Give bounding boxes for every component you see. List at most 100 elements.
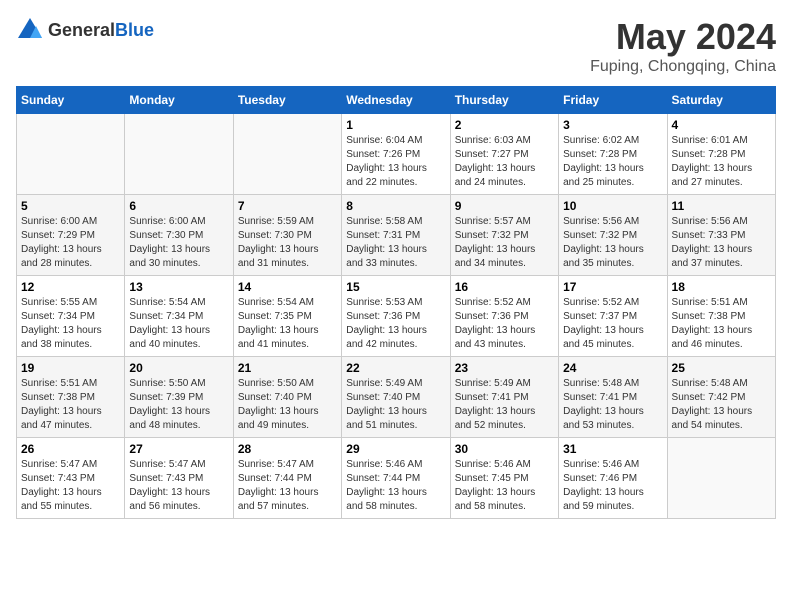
day-number: 6	[129, 199, 228, 213]
day-info: Sunrise: 5:54 AM Sunset: 7:35 PM Dayligh…	[238, 296, 337, 352]
day-of-week-header: Wednesday	[342, 87, 450, 114]
calendar-cell: 18 Sunrise: 5:51 AM Sunset: 7:38 PM Dayli…	[667, 276, 775, 357]
day-of-week-header: Tuesday	[233, 87, 341, 114]
calendar-cell: 4 Sunrise: 6:01 AM Sunset: 7:28 PM Daylig…	[667, 114, 775, 195]
day-number: 11	[672, 199, 771, 213]
calendar-cell: 8 Sunrise: 5:58 AM Sunset: 7:31 PM Daylig…	[342, 195, 450, 276]
day-info: Sunrise: 5:52 AM Sunset: 7:36 PM Dayligh…	[455, 296, 554, 352]
calendar-cell: 31 Sunrise: 5:46 AM Sunset: 7:46 PM Dayli…	[559, 438, 667, 519]
day-info: Sunrise: 5:47 AM Sunset: 7:43 PM Dayligh…	[21, 458, 120, 514]
day-number: 4	[672, 118, 771, 132]
day-number: 26	[21, 442, 120, 456]
day-number: 2	[455, 118, 554, 132]
calendar-cell	[233, 114, 341, 195]
day-info: Sunrise: 5:51 AM Sunset: 7:38 PM Dayligh…	[21, 377, 120, 433]
calendar-week-row: 19 Sunrise: 5:51 AM Sunset: 7:38 PM Dayli…	[17, 357, 776, 438]
day-number: 29	[346, 442, 445, 456]
day-number: 21	[238, 361, 337, 375]
day-info: Sunrise: 5:49 AM Sunset: 7:41 PM Dayligh…	[455, 377, 554, 433]
calendar-cell: 13 Sunrise: 5:54 AM Sunset: 7:34 PM Dayli…	[125, 276, 233, 357]
calendar-cell: 24 Sunrise: 5:48 AM Sunset: 7:41 PM Dayli…	[559, 357, 667, 438]
day-info: Sunrise: 5:48 AM Sunset: 7:41 PM Dayligh…	[563, 377, 662, 433]
day-info: Sunrise: 5:50 AM Sunset: 7:40 PM Dayligh…	[238, 377, 337, 433]
calendar-cell: 17 Sunrise: 5:52 AM Sunset: 7:37 PM Dayli…	[559, 276, 667, 357]
day-info: Sunrise: 6:00 AM Sunset: 7:30 PM Dayligh…	[129, 215, 228, 271]
calendar-header-row: SundayMondayTuesdayWednesdayThursdayFrid…	[17, 87, 776, 114]
day-info: Sunrise: 5:47 AM Sunset: 7:43 PM Dayligh…	[129, 458, 228, 514]
logo: GeneralBlue	[16, 16, 154, 44]
page-header: GeneralBlue May 2024 Fuping, Chongqing, …	[16, 16, 776, 76]
day-of-week-header: Monday	[125, 87, 233, 114]
day-info: Sunrise: 5:55 AM Sunset: 7:34 PM Dayligh…	[21, 296, 120, 352]
day-number: 16	[455, 280, 554, 294]
calendar-cell: 16 Sunrise: 5:52 AM Sunset: 7:36 PM Dayli…	[450, 276, 558, 357]
logo-icon	[16, 16, 44, 44]
day-info: Sunrise: 5:54 AM Sunset: 7:34 PM Dayligh…	[129, 296, 228, 352]
calendar-cell: 10 Sunrise: 5:56 AM Sunset: 7:32 PM Dayli…	[559, 195, 667, 276]
day-number: 13	[129, 280, 228, 294]
day-info: Sunrise: 5:52 AM Sunset: 7:37 PM Dayligh…	[563, 296, 662, 352]
calendar-cell: 15 Sunrise: 5:53 AM Sunset: 7:36 PM Dayli…	[342, 276, 450, 357]
calendar-cell: 14Sunrise: 5:54 AM Sunset: 7:35 PM Dayli…	[233, 276, 341, 357]
day-info: Sunrise: 6:04 AM Sunset: 7:26 PM Dayligh…	[346, 134, 445, 190]
title-block: May 2024 Fuping, Chongqing, China	[590, 16, 776, 76]
day-info: Sunrise: 6:01 AM Sunset: 7:28 PM Dayligh…	[672, 134, 771, 190]
day-info: Sunrise: 5:57 AM Sunset: 7:32 PM Dayligh…	[455, 215, 554, 271]
calendar-cell: 27Sunrise: 5:47 AM Sunset: 7:43 PM Dayli…	[125, 438, 233, 519]
calendar-cell: 9 Sunrise: 5:57 AM Sunset: 7:32 PM Daylig…	[450, 195, 558, 276]
day-info: Sunrise: 5:56 AM Sunset: 7:33 PM Dayligh…	[672, 215, 771, 271]
day-of-week-header: Friday	[559, 87, 667, 114]
calendar-cell: 22Sunrise: 5:49 AM Sunset: 7:40 PM Dayli…	[342, 357, 450, 438]
calendar-cell: 30Sunrise: 5:46 AM Sunset: 7:45 PM Dayli…	[450, 438, 558, 519]
calendar-cell: 23 Sunrise: 5:49 AM Sunset: 7:41 PM Dayli…	[450, 357, 558, 438]
day-number: 20	[129, 361, 228, 375]
calendar-cell: 29Sunrise: 5:46 AM Sunset: 7:44 PM Dayli…	[342, 438, 450, 519]
calendar-week-row: 12 Sunrise: 5:55 AM Sunset: 7:34 PM Dayli…	[17, 276, 776, 357]
day-number: 28	[238, 442, 337, 456]
calendar-cell: 19 Sunrise: 5:51 AM Sunset: 7:38 PM Dayli…	[17, 357, 125, 438]
day-number: 18	[672, 280, 771, 294]
location: Fuping, Chongqing, China	[590, 58, 776, 76]
day-number: 19	[21, 361, 120, 375]
day-number: 15	[346, 280, 445, 294]
day-info: Sunrise: 5:51 AM Sunset: 7:38 PM Dayligh…	[672, 296, 771, 352]
day-of-week-header: Sunday	[17, 87, 125, 114]
day-of-week-header: Saturday	[667, 87, 775, 114]
day-number: 17	[563, 280, 662, 294]
calendar-table: SundayMondayTuesdayWednesdayThursdayFrid…	[16, 86, 776, 519]
calendar-cell	[667, 438, 775, 519]
day-number: 8	[346, 199, 445, 213]
day-number: 1	[346, 118, 445, 132]
calendar-cell: 28Sunrise: 5:47 AM Sunset: 7:44 PM Dayli…	[233, 438, 341, 519]
logo-text-general: General	[48, 20, 115, 40]
day-info: Sunrise: 5:58 AM Sunset: 7:31 PM Dayligh…	[346, 215, 445, 271]
day-number: 5	[21, 199, 120, 213]
calendar-cell: 2 Sunrise: 6:03 AM Sunset: 7:27 PM Daylig…	[450, 114, 558, 195]
day-number: 25	[672, 361, 771, 375]
day-info: Sunrise: 5:56 AM Sunset: 7:32 PM Dayligh…	[563, 215, 662, 271]
day-number: 12	[21, 280, 120, 294]
day-info: Sunrise: 5:59 AM Sunset: 7:30 PM Dayligh…	[238, 215, 337, 271]
day-info: Sunrise: 6:02 AM Sunset: 7:28 PM Dayligh…	[563, 134, 662, 190]
day-info: Sunrise: 5:50 AM Sunset: 7:39 PM Dayligh…	[129, 377, 228, 433]
day-number: 24	[563, 361, 662, 375]
calendar-cell: 26 Sunrise: 5:47 AM Sunset: 7:43 PM Dayli…	[17, 438, 125, 519]
day-number: 23	[455, 361, 554, 375]
day-info: Sunrise: 5:53 AM Sunset: 7:36 PM Dayligh…	[346, 296, 445, 352]
calendar-cell	[125, 114, 233, 195]
day-number: 9	[455, 199, 554, 213]
day-info: Sunrise: 5:46 AM Sunset: 7:46 PM Dayligh…	[563, 458, 662, 514]
calendar-week-row: 5Sunrise: 6:00 AM Sunset: 7:29 PM Daylig…	[17, 195, 776, 276]
day-number: 22	[346, 361, 445, 375]
day-number: 10	[563, 199, 662, 213]
day-of-week-header: Thursday	[450, 87, 558, 114]
calendar-cell: 6 Sunrise: 6:00 AM Sunset: 7:30 PM Daylig…	[125, 195, 233, 276]
calendar-cell: 12 Sunrise: 5:55 AM Sunset: 7:34 PM Dayli…	[17, 276, 125, 357]
day-info: Sunrise: 6:03 AM Sunset: 7:27 PM Dayligh…	[455, 134, 554, 190]
day-number: 30	[455, 442, 554, 456]
day-number: 7	[238, 199, 337, 213]
day-info: Sunrise: 5:48 AM Sunset: 7:42 PM Dayligh…	[672, 377, 771, 433]
day-number: 31	[563, 442, 662, 456]
calendar-cell: 1 Sunrise: 6:04 AM Sunset: 7:26 PM Daylig…	[342, 114, 450, 195]
calendar-week-row: 1 Sunrise: 6:04 AM Sunset: 7:26 PM Daylig…	[17, 114, 776, 195]
